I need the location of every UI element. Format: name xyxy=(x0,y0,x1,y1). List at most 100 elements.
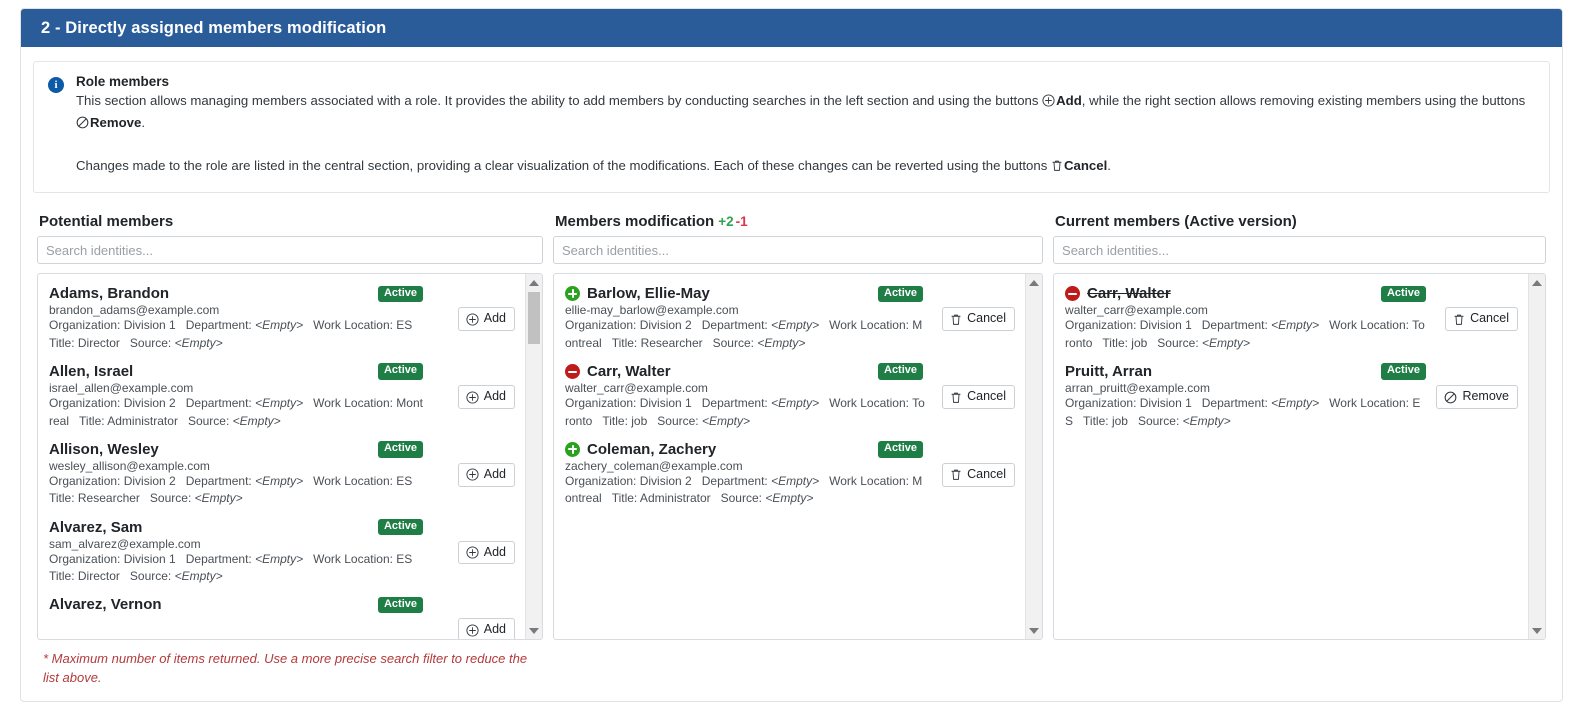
meta-department: Department: <Empty> xyxy=(701,396,820,411)
meta-source: Source: <Empty> xyxy=(149,491,243,506)
scroll-up-arrow-icon[interactable] xyxy=(526,274,542,291)
member-attributes: Organization: Division 1 Department: <Emp… xyxy=(49,317,513,352)
removed-marker-icon xyxy=(565,364,580,380)
meta-organization: Organization: Division 1 xyxy=(1065,396,1192,411)
scroll-down-arrow-icon[interactable] xyxy=(1026,622,1042,639)
add-button[interactable]: Add xyxy=(457,307,515,332)
potential-members-list[interactable]: Adams, Brandon Active brandon_adams@exampl… xyxy=(38,274,525,640)
potential-members-scrollbar[interactable] xyxy=(525,274,542,640)
current-members-heading: Current members (Active version) xyxy=(1055,213,1546,230)
list-item[interactable]: Pruitt, Arran Active arran_pruitt@example.… xyxy=(1054,358,1528,436)
meta-organization: Organization: Division 2 xyxy=(49,473,176,488)
list-item[interactable]: Coleman, Zachery Active zachery_coleman@ex… xyxy=(554,436,1025,514)
search-input-potential[interactable] xyxy=(37,236,543,265)
members-columns: Potential members Adams, Brandon Active br… xyxy=(33,213,1550,688)
members-modification-heading: Members modification +2 -1 xyxy=(555,213,1043,230)
list-item-header: Barlow, Ellie-May Active xyxy=(565,285,1013,302)
add-button[interactable]: Add xyxy=(457,385,515,409)
meta-title: Title: Administrator xyxy=(611,491,711,506)
meta-source: Source: <Empty> xyxy=(1157,335,1251,350)
member-email: sam_alvarez@example.com xyxy=(49,536,201,551)
plus-circle-icon xyxy=(1042,93,1055,113)
remove-button[interactable]: Remove xyxy=(1436,385,1518,409)
add-button[interactable]: Add xyxy=(457,618,515,640)
list-item[interactable]: Carr, Walter Active walter_carr@example.co… xyxy=(554,358,1025,436)
members-modification-title: Members modification xyxy=(555,213,715,231)
cancel-button[interactable]: Cancel xyxy=(942,385,1016,409)
member-email: wesley_allison@example.com xyxy=(49,458,210,473)
add-button[interactable]: Add xyxy=(457,462,515,487)
member-name: Pruitt, Arran xyxy=(1065,363,1152,381)
added-count-badge: +2 xyxy=(718,214,734,230)
meta-department: Department: <Empty> xyxy=(1201,396,1320,411)
cancel-button[interactable]: Cancel xyxy=(942,307,1016,332)
add-button-label: Add xyxy=(483,466,506,481)
scroll-down-arrow-icon[interactable] xyxy=(526,622,542,639)
meta-organization: Organization: Division 2 xyxy=(565,473,692,488)
list-item-header: Allison, Wesley Active xyxy=(49,441,513,458)
trash-icon xyxy=(1051,158,1063,178)
status-badge: Active xyxy=(377,441,423,458)
meta-organization: Organization: Division 1 xyxy=(1065,318,1192,333)
list-item[interactable]: Allen, Israel Active israel_allen@example.… xyxy=(38,358,525,436)
member-name: Alvarez, Vernon xyxy=(49,596,162,614)
cancel-button-label: Cancel xyxy=(967,466,1007,481)
member-email: israel_allen@example.com xyxy=(49,381,194,396)
cancel-button[interactable]: Cancel xyxy=(942,462,1016,487)
status-badge: Active xyxy=(1380,363,1426,380)
members-modification-list[interactable]: Barlow, Ellie-May Active ellie-may_barlow@… xyxy=(554,274,1025,639)
member-name: Allen, Israel xyxy=(49,363,134,381)
alert-paragraph-2: Changes made to the role are listed in t… xyxy=(76,156,1535,178)
meta-department: Department: <Empty> xyxy=(701,473,820,488)
meta-department: Department: <Empty> xyxy=(701,318,820,333)
cancel-button[interactable]: Cancel xyxy=(1445,307,1518,332)
potential-members-list-panel: Adams, Brandon Active brandon_adams@exampl… xyxy=(37,273,543,641)
list-item-header: Pruitt, Arran Active xyxy=(1065,363,1516,380)
members-modification-card: 2 - Directly assigned members modificati… xyxy=(20,8,1563,702)
list-item-header: Coleman, Zachery Active xyxy=(565,441,1013,458)
alert-p2-part-a: Changes made to the role are listed in t… xyxy=(76,157,1051,173)
meta-source: Source: <Empty> xyxy=(129,335,223,350)
current-members-list[interactable]: Carr, Walter Active walter_carr@example.co… xyxy=(1054,274,1528,639)
list-item[interactable]: Barlow, Ellie-May Active ellie-may_barlow@… xyxy=(554,280,1025,358)
ban-icon xyxy=(1444,391,1457,404)
alert-p2-part-b: . xyxy=(1107,157,1111,173)
list-item[interactable]: Allison, Wesley Active wesley_allison@exam… xyxy=(38,436,525,514)
scroll-up-arrow-icon[interactable] xyxy=(1529,274,1545,291)
trash-icon xyxy=(950,313,962,326)
member-name: Adams, Brandon xyxy=(49,285,170,303)
list-item[interactable]: Alvarez, Sam Active sam_alvarez@example.co… xyxy=(38,514,525,592)
cancel-button-label: Cancel xyxy=(1470,311,1509,326)
scroll-up-arrow-icon[interactable] xyxy=(1026,274,1042,291)
search-input-modification[interactable] xyxy=(553,236,1044,265)
current-members-scrollbar[interactable] xyxy=(1528,274,1545,640)
add-button[interactable]: Add xyxy=(457,540,515,565)
meta-organization: Organization: Division 2 xyxy=(565,318,692,333)
list-item[interactable]: Adams, Brandon Active brandon_adams@exampl… xyxy=(38,280,525,358)
list-item[interactable]: Carr, Walter Active walter_carr@example.co… xyxy=(1054,280,1528,358)
status-badge: Active xyxy=(878,285,924,303)
meta-department: Department: <Empty> xyxy=(185,318,304,333)
plus-circle-icon xyxy=(466,546,479,559)
meta-source: Source: <Empty> xyxy=(187,413,281,428)
removed-count-badge: -1 xyxy=(735,214,748,230)
add-button-label: Add xyxy=(483,622,506,637)
alert-p1-part-b: , while the right section allows removin… xyxy=(1081,93,1526,108)
member-attributes: Organization: Division 2 Department: <Emp… xyxy=(49,395,513,430)
member-name: Carr, Walter xyxy=(1087,285,1171,303)
member-name: Carr, Walter xyxy=(587,363,671,381)
plus-circle-icon xyxy=(466,390,479,404)
scrollbar-thumb[interactable] xyxy=(528,292,540,345)
add-button-label: Add xyxy=(483,544,506,559)
alert-remove-word: Remove xyxy=(90,115,142,131)
list-item-header: Carr, Walter Active xyxy=(565,363,1013,380)
list-item-header: Alvarez, Sam Active xyxy=(49,519,513,536)
members-modification-scrollbar[interactable] xyxy=(1025,274,1043,640)
status-badge: Active xyxy=(377,518,423,536)
meta-work-location: Work Location: ES xyxy=(313,318,413,333)
search-input-current[interactable] xyxy=(1053,236,1546,265)
list-item[interactable]: Alvarez, Vernon Active Add xyxy=(38,591,525,640)
plus-circle-icon xyxy=(466,624,479,637)
scroll-down-arrow-icon[interactable] xyxy=(1529,622,1545,639)
meta-organization: Organization: Division 1 xyxy=(565,396,692,411)
